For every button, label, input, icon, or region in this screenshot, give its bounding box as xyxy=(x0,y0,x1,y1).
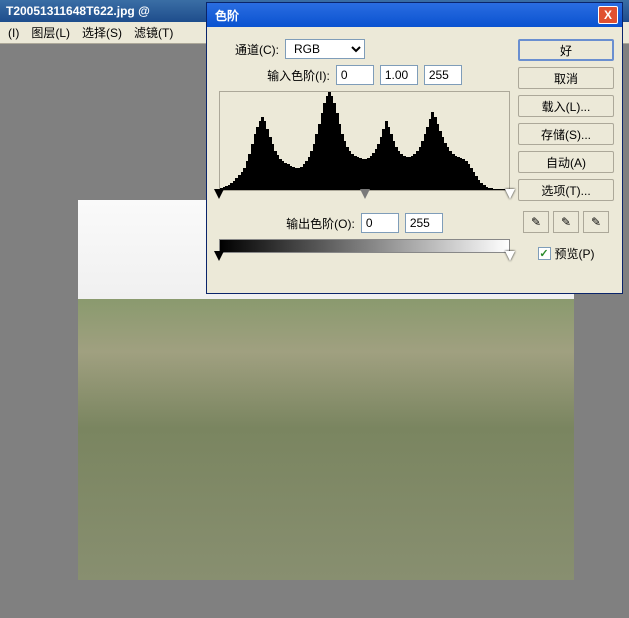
channel-label: 通道(C): xyxy=(219,41,279,58)
dialog-titlebar[interactable]: 色阶 X xyxy=(207,3,622,27)
eyedropper-gray-button[interactable]: ✎ xyxy=(553,211,579,233)
histogram xyxy=(219,91,510,191)
cancel-button[interactable]: 取消 xyxy=(518,67,614,89)
input-slider-track[interactable] xyxy=(219,189,510,201)
gamma-slider[interactable] xyxy=(360,189,370,199)
input-levels-label: 输入色阶(I): xyxy=(267,67,330,84)
output-slider-track[interactable] xyxy=(219,251,510,263)
preview-checkbox[interactable]: ✓ xyxy=(538,247,551,260)
eyedropper-icon: ✎ xyxy=(561,215,571,229)
output-levels-label: 输出色阶(O): xyxy=(286,215,355,232)
close-icon: X xyxy=(604,8,612,22)
output-white-slider[interactable] xyxy=(505,251,515,261)
eyedropper-black-button[interactable]: ✎ xyxy=(523,211,549,233)
menu-item[interactable]: (I) xyxy=(2,24,25,42)
menu-item[interactable]: 选择(S) xyxy=(76,22,128,43)
ok-button[interactable]: 好 xyxy=(518,39,614,61)
preview-label: 预览(P) xyxy=(555,245,595,262)
load-button[interactable]: 载入(L)... xyxy=(518,95,614,117)
levels-dialog: 色阶 X 通道(C): RGB 输入色阶(I): xyxy=(206,2,623,294)
menu-item[interactable]: 滤镜(T) xyxy=(128,22,179,43)
white-point-slider[interactable] xyxy=(505,189,515,199)
menu-item[interactable]: 图层(L) xyxy=(25,22,76,43)
output-black-slider[interactable] xyxy=(214,251,224,261)
channel-select[interactable]: RGB xyxy=(285,39,365,59)
eyedropper-icon: ✎ xyxy=(591,215,601,229)
input-white-field[interactable] xyxy=(424,65,462,85)
options-button[interactable]: 选项(T)... xyxy=(518,179,614,201)
close-button[interactable]: X xyxy=(598,6,618,24)
eyedropper-white-button[interactable]: ✎ xyxy=(583,211,609,233)
input-black-field[interactable] xyxy=(336,65,374,85)
input-gamma-field[interactable] xyxy=(380,65,418,85)
eyedropper-icon: ✎ xyxy=(531,215,541,229)
output-black-field[interactable] xyxy=(361,213,399,233)
save-button[interactable]: 存储(S)... xyxy=(518,123,614,145)
output-white-field[interactable] xyxy=(405,213,443,233)
auto-button[interactable]: 自动(A) xyxy=(518,151,614,173)
dialog-title: 色阶 xyxy=(211,7,239,24)
app-title: T20051311648T622.jpg @ xyxy=(6,4,150,18)
black-point-slider[interactable] xyxy=(214,189,224,199)
